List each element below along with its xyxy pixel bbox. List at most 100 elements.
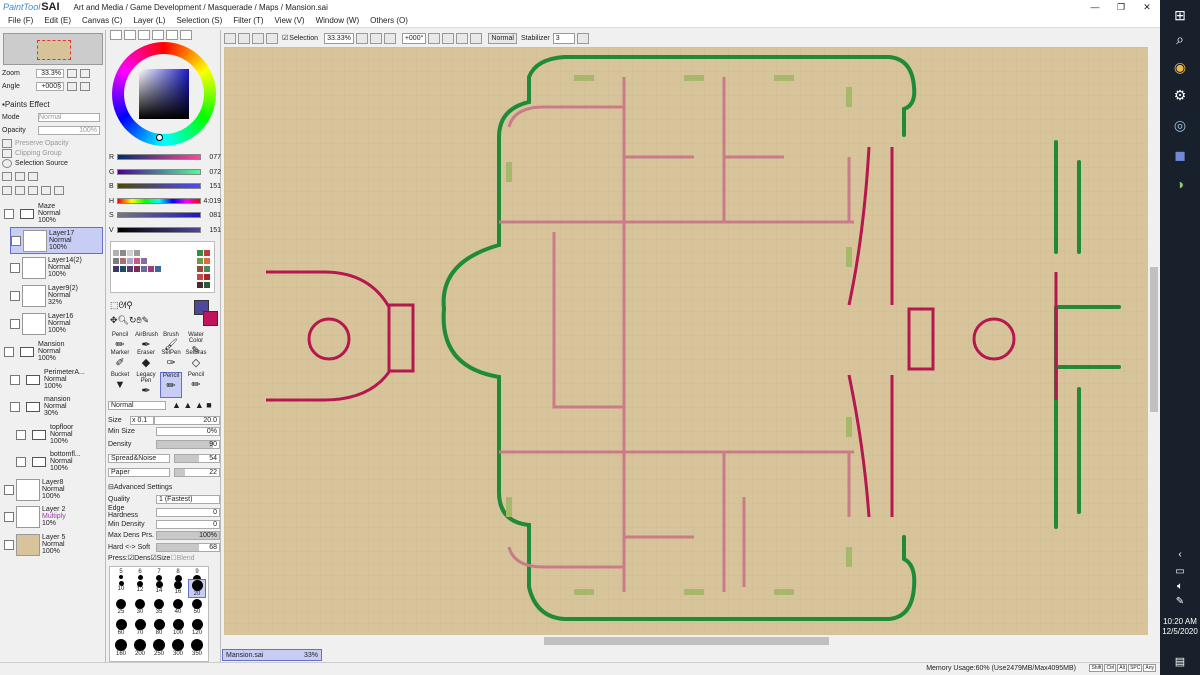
show-selection-icon[interactable] (252, 32, 264, 44)
new-layer-icon[interactable] (2, 171, 12, 181)
search-icon[interactable]: ⌕ (1168, 27, 1192, 51)
swatch[interactable] (141, 258, 147, 264)
lasso-tool-icon[interactable]: ᘛ (119, 300, 127, 311)
swatch[interactable] (197, 266, 203, 272)
chrome-icon[interactable]: ◉ (1168, 55, 1192, 79)
horizontal-scrollbar[interactable] (224, 635, 1148, 647)
swatch[interactable] (141, 266, 147, 272)
visibility-toggle-icon[interactable] (16, 456, 26, 467)
eyedropper-icon[interactable]: ✎ (142, 315, 150, 326)
size-preset[interactable]: 10 (112, 581, 130, 592)
size-multiplier[interactable]: x 0.1 (130, 415, 154, 425)
min-density-slider[interactable]: 0 (156, 519, 220, 529)
settings-gear-icon[interactable]: ⚙ (1168, 83, 1192, 107)
layer-row[interactable]: Layer17 Normal 100% (10, 227, 103, 254)
menu-file[interactable]: File (F) (8, 16, 33, 25)
transfer-down-icon[interactable] (2, 185, 12, 195)
hue-picker-handle[interactable] (156, 134, 163, 141)
vertical-scrollbar[interactable] (1148, 47, 1160, 635)
swatch[interactable] (113, 250, 119, 256)
size-preset[interactable]: 40 (169, 599, 187, 615)
size-preset[interactable]: 5 (112, 569, 130, 579)
angle-field[interactable]: +000° (401, 32, 427, 44)
pen-icon[interactable]: ✎ (1168, 590, 1192, 614)
zoom-out-icon[interactable] (355, 32, 368, 44)
zoom-in-icon[interactable] (80, 68, 90, 78)
layer-row[interactable]: Layer16 Normal 100% (10, 310, 103, 337)
magic-wand-icon[interactable]: ⚲ (126, 300, 133, 311)
delete-layer-icon[interactable] (41, 185, 51, 195)
zoom-reset-icon[interactable] (383, 32, 396, 44)
texture-strength[interactable]: 54 (174, 453, 220, 463)
menu-layer[interactable]: Layer (L) (133, 16, 165, 25)
opacity-field[interactable]: 100% (38, 125, 100, 135)
select-all-icon[interactable] (266, 32, 278, 44)
deselect-icon[interactable] (224, 32, 236, 44)
r-value[interactable]: 077 (201, 154, 221, 161)
visibility-toggle-icon[interactable] (4, 511, 14, 522)
swatch[interactable] (148, 266, 154, 272)
layer-row[interactable]: topfloor Normal 100% (16, 421, 103, 448)
swatch[interactable] (127, 250, 133, 256)
zoom-field[interactable]: 33.33% (324, 32, 354, 44)
visibility-toggle-icon[interactable] (10, 401, 20, 412)
visibility-toggle-icon[interactable] (4, 346, 14, 357)
texture-select[interactable]: Spread&Noise (108, 453, 170, 463)
visibility-toggle-icon[interactable] (10, 318, 20, 329)
size-preset[interactable]: 14 (150, 581, 168, 594)
rotate-tool-icon[interactable]: ↻ (129, 315, 137, 326)
h-slider[interactable] (117, 198, 201, 204)
layer-row[interactable]: Mansion Normal 100% (4, 338, 104, 365)
rotate-left-icon[interactable] (428, 32, 441, 44)
notifications-icon[interactable]: ▤ (1168, 650, 1192, 674)
rotate-right-icon[interactable] (442, 32, 455, 44)
layer-row[interactable]: Maze Normal 100% (4, 200, 104, 227)
preserve-opacity-checkbox[interactable] (2, 138, 12, 148)
maximize-button[interactable]: ❐ (1108, 0, 1134, 14)
minsize-slider[interactable]: 0% (156, 426, 220, 436)
brush-size-presets[interactable]: 5 6 7 8 9 10 12 14 16 20 25 30 35 40 50 … (109, 566, 209, 662)
swatch[interactable] (197, 282, 203, 288)
size-preset[interactable]: 35 (150, 599, 168, 615)
saturation-value-square[interactable] (139, 69, 189, 119)
menu-filter[interactable]: Filter (T) (233, 16, 263, 25)
size-preset[interactable]: 50 (188, 599, 206, 615)
file-tab[interactable]: Mansion.sai 33% (222, 649, 322, 661)
size-preset[interactable]: 200 (131, 639, 149, 657)
visibility-toggle-icon[interactable] (10, 290, 20, 301)
clipping-group-checkbox[interactable] (2, 148, 12, 158)
size-preset[interactable]: 300 (169, 639, 187, 657)
swatch[interactable] (120, 258, 126, 264)
visibility-toggle-icon[interactable] (4, 208, 14, 219)
size-slider[interactable]: 20.0 (154, 415, 220, 425)
tool-pencil-custom-2[interactable]: Pencil ✏ (185, 372, 207, 398)
swatch[interactable] (120, 250, 126, 256)
merge-down-icon[interactable] (15, 185, 25, 195)
rotate-right-icon[interactable] (80, 81, 90, 91)
swatch[interactable] (127, 266, 133, 272)
hard-soft-slider[interactable]: 68 (156, 542, 220, 552)
size-preset[interactable]: 30 (131, 599, 149, 615)
size-preset[interactable]: 12 (131, 581, 149, 593)
selection-source-checkbox[interactable] (2, 158, 12, 168)
rgb-slider-tab-icon[interactable] (124, 30, 136, 40)
g-slider[interactable] (117, 169, 201, 175)
visibility-toggle-icon[interactable] (4, 484, 14, 495)
tool-legacy-pen[interactable]: Legacy Pen ✒ (135, 372, 157, 398)
swatch[interactable] (134, 266, 140, 272)
mode-select[interactable]: Normal (38, 112, 100, 122)
layer-row[interactable]: mansion Normal 30% (10, 393, 103, 420)
size-preset-selected[interactable]: 20 (188, 579, 206, 598)
menu-view[interactable]: View (V) (274, 16, 304, 25)
visibility-toggle-icon[interactable] (11, 235, 21, 246)
size-preset[interactable]: 7 (150, 569, 168, 581)
rotate-left-icon[interactable] (67, 81, 77, 91)
size-preset[interactable]: 16 (169, 581, 187, 595)
size-preset[interactable]: 350 (188, 639, 206, 657)
max-dens-slider[interactable]: 100% (156, 530, 220, 540)
start-menu-icon[interactable]: ⊞ (1168, 3, 1192, 27)
size-preset[interactable]: 70 (131, 619, 149, 636)
swatch[interactable] (134, 258, 140, 264)
color-wheel[interactable] (112, 42, 216, 146)
layer-row[interactable]: PerimeterA... Normal 100% (10, 366, 103, 393)
